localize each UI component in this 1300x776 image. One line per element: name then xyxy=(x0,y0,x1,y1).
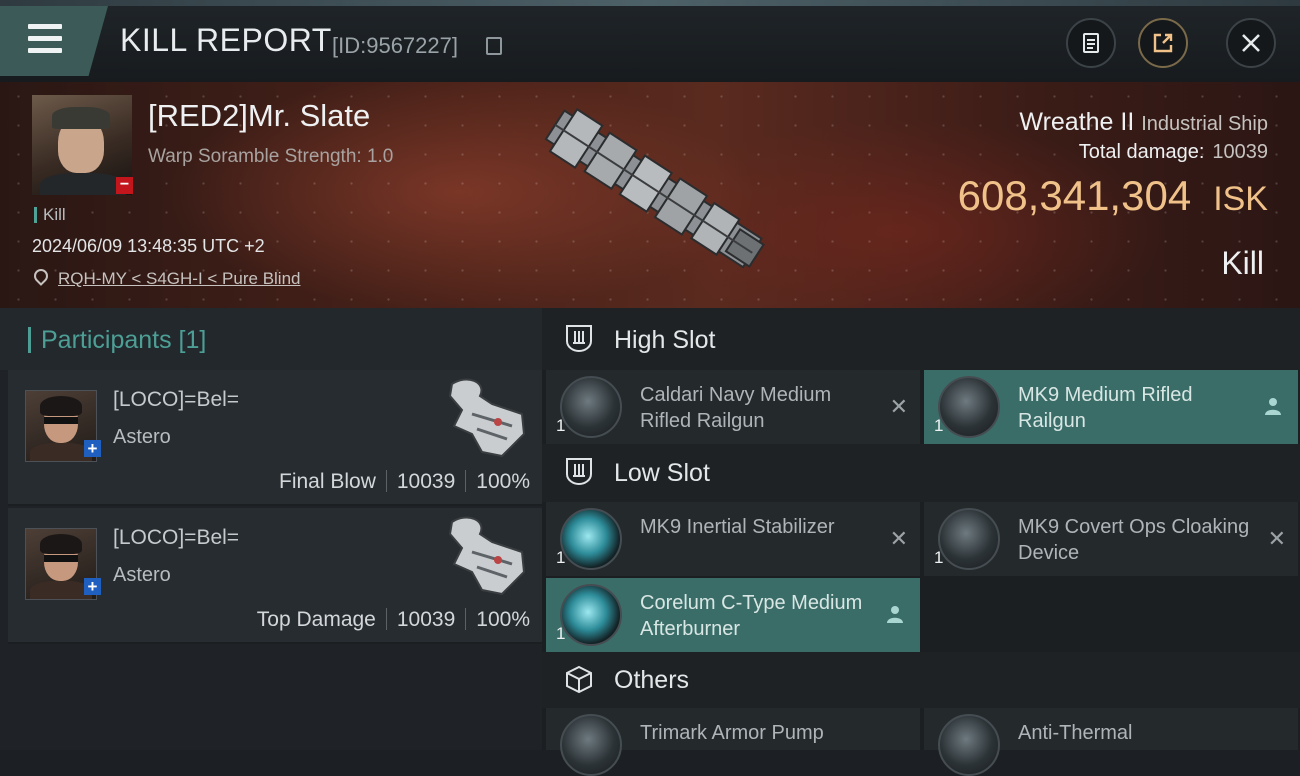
item-icon xyxy=(560,508,622,570)
participant-card[interactable]: + [LOCO]=Bel= Astero Final Blow 10039 100% xyxy=(8,370,542,506)
share-icon xyxy=(1153,33,1173,53)
warp-scramble-strength: Warp Soramble Strength: 1.0 xyxy=(148,146,394,167)
victim-banner: − [RED2]Mr. Slate Warp Soramble Strength… xyxy=(0,82,1300,308)
low-slot-header: Low Slot xyxy=(542,444,1300,502)
item-icon xyxy=(938,714,1000,776)
close-icon xyxy=(1242,34,1260,52)
location-link[interactable]: RQH-MY < S4GH-I < Pure Blind xyxy=(31,266,301,289)
fitting-panel: High Slot 1 Caldari Navy Medium Rifled R… xyxy=(542,308,1300,776)
x-icon: ✕ xyxy=(889,526,908,551)
item-quantity: 1 xyxy=(556,416,566,435)
participant-percent: 100% xyxy=(476,470,530,493)
isk-unit: ISK xyxy=(1213,180,1268,218)
participants-panel: Participants [1] + [LOCO]=Bel= Astero Fi… xyxy=(0,308,542,750)
participants-header: Participants [1] xyxy=(0,308,542,370)
person-icon xyxy=(1265,398,1281,415)
fitted-item[interactable]: 1 Caldari Navy Medium Rifled Railgun ✕ xyxy=(546,370,920,444)
item-icon xyxy=(560,376,622,438)
participant-role: Final Blow xyxy=(279,470,376,493)
friendly-badge: + xyxy=(84,578,101,595)
ship-name[interactable]: Wreathe II xyxy=(1019,108,1134,136)
isk-amount: 608,341,304 xyxy=(957,172,1192,219)
item-name: Corelum C-Type Medium Afterburner xyxy=(640,592,863,640)
slot-icon xyxy=(566,325,592,353)
victim-ship: Wreathe II Industrial Ship xyxy=(1019,108,1268,137)
item-name: Anti-Thermal xyxy=(1018,722,1133,744)
item-quantity: 1 xyxy=(556,624,566,643)
participant-card[interactable]: + [LOCO]=Bel= Astero Top Damage 10039 100% xyxy=(8,508,542,644)
location-pin-icon xyxy=(31,266,51,286)
menu-button[interactable] xyxy=(0,6,108,76)
report-id: [ID:9567227] xyxy=(332,33,458,58)
close-button[interactable] xyxy=(1226,18,1276,68)
slot-icon xyxy=(566,458,592,486)
victim-ship-image xyxy=(544,107,765,269)
victim-name[interactable]: [RED2]Mr. Slate xyxy=(148,98,370,134)
x-icon: ✕ xyxy=(1267,526,1286,551)
item-name: MK9 Covert Ops Cloaking Device xyxy=(1018,516,1250,564)
item-icon xyxy=(938,508,1000,570)
participant-percent: 100% xyxy=(476,608,530,631)
isk-value: 608,341,304 ISK xyxy=(958,172,1268,220)
fitted-item[interactable]: 1 Corelum C-Type Medium Afterburner xyxy=(546,578,920,652)
item-name: Caldari Navy Medium Rifled Railgun xyxy=(640,384,832,432)
participant-ship-image xyxy=(448,378,526,458)
total-damage-value: 10039 xyxy=(1212,141,1268,163)
clipboard-button[interactable] xyxy=(1066,18,1116,68)
box-icon xyxy=(566,665,592,694)
participant-stats: Final Blow 10039 100% xyxy=(279,470,530,494)
share-button[interactable] xyxy=(1138,18,1188,68)
item-name: Trimark Armor Pump xyxy=(640,722,824,744)
item-icon xyxy=(560,714,622,776)
item-quantity: 1 xyxy=(934,548,944,567)
person-icon xyxy=(887,606,903,623)
result-label: Kill xyxy=(1221,245,1264,281)
fitted-item[interactable]: 1 MK9 Inertial Stabilizer ✕ xyxy=(546,502,920,576)
participant-name[interactable]: [LOCO]=Bel= xyxy=(113,388,239,412)
hostile-badge: − xyxy=(116,177,133,194)
item-icon xyxy=(938,376,1000,438)
clipboard-icon xyxy=(1083,33,1099,53)
item-quantity: 1 xyxy=(934,416,944,435)
friendly-badge: + xyxy=(84,440,101,457)
low-slot-title: Low Slot xyxy=(614,459,710,487)
item-quantity: 1 xyxy=(556,548,566,567)
fitted-item[interactable]: 1 MK9 Covert Ops Cloaking Device ✕ xyxy=(924,502,1298,576)
participant-ship-image xyxy=(448,516,526,596)
fitted-item[interactable]: 1 MK9 Medium Rifled Railgun xyxy=(924,370,1298,444)
item-name: MK9 Medium Rifled Railgun xyxy=(1018,384,1193,432)
page-title: KILL REPORT xyxy=(120,22,332,58)
high-slot-header: High Slot xyxy=(542,308,1300,370)
item-name: MK9 Inertial Stabilizer xyxy=(640,516,835,538)
fitted-item[interactable]: Anti-Thermal xyxy=(924,708,1298,776)
item-icon xyxy=(560,584,622,646)
kill-datetime: 2024/06/09 13:48:35 UTC +2 xyxy=(32,236,265,256)
participant-ship: Astero xyxy=(113,426,171,448)
ship-class: Industrial Ship xyxy=(1141,113,1268,135)
participant-damage: 10039 xyxy=(396,608,456,631)
total-damage: Total damage: 10039 xyxy=(1078,141,1268,163)
header-bar: KILL REPORT [ID:9567227] xyxy=(0,6,1300,82)
participant-role: Top Damage xyxy=(256,608,376,631)
copy-icon[interactable] xyxy=(486,37,502,55)
others-header: Others xyxy=(542,652,1300,708)
x-icon: ✕ xyxy=(889,394,908,419)
participant-stats: Top Damage 10039 100% xyxy=(257,608,530,632)
participant-damage: 10039 xyxy=(396,470,456,493)
high-slot-title: High Slot xyxy=(614,326,716,354)
participant-name[interactable]: [LOCO]=Bel= xyxy=(113,526,239,550)
participants-title: Participants [1] xyxy=(28,327,206,353)
participant-ship: Astero xyxy=(113,564,171,586)
others-title: Others xyxy=(614,666,690,694)
kill-tag: Kill xyxy=(34,206,66,223)
fitted-item[interactable]: Trimark Armor Pump xyxy=(546,708,920,776)
